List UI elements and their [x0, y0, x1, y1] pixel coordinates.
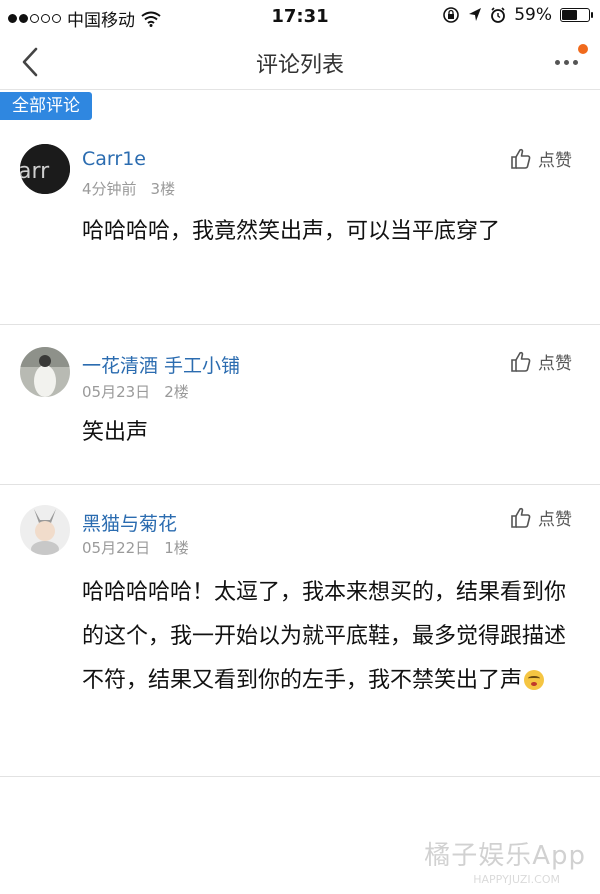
comment-text: 哈哈哈哈，我竟然笑出声，可以当平底穿了: [82, 219, 501, 244]
thumbs-up-icon: [511, 351, 531, 372]
comment-username[interactable]: 黑猫与菊花: [82, 509, 177, 536]
comment-meta: 05月23日 2楼: [82, 381, 189, 402]
comment-text: 笑出声: [82, 420, 149, 445]
svg-text:arr: arr: [20, 159, 50, 184]
avatar-image: [20, 347, 70, 397]
orientation-lock-icon: [443, 7, 460, 23]
battery-icon: [560, 8, 593, 22]
comment-time: 4分钟前: [82, 180, 137, 198]
like-button[interactable]: 点赞: [510, 349, 572, 374]
status-right: 59%: [442, 5, 593, 25]
avatar[interactable]: [20, 505, 70, 555]
status-bar: 中国移动 17:31 59%: [0, 0, 600, 34]
comment-time: 05月22日: [82, 539, 151, 557]
battery-fill: [562, 10, 578, 20]
avatar[interactable]: arr: [20, 144, 70, 194]
comment-time: 05月23日: [82, 383, 151, 401]
comment-item: arr Carr1e 4分钟前 3楼 点赞 哈哈哈哈，我竟然笑出声，可以当平底穿了: [0, 120, 600, 325]
comment-floor: 1楼: [164, 539, 189, 557]
watermark-logo: 橘子娱乐App: [424, 841, 586, 871]
like-button[interactable]: 点赞: [510, 505, 572, 530]
nav-bar: 评论列表: [0, 34, 600, 90]
more-options-button[interactable]: [552, 44, 588, 74]
comment-username[interactable]: Carr1e: [82, 148, 146, 170]
like-button[interactable]: 点赞: [510, 146, 572, 171]
comment-text: 哈哈哈哈哈！太逗了，我本来想买的，结果看到你的这个，我一开始以为就平底鞋，最多觉…: [82, 571, 582, 703]
watermark-url: HAPPYJUZI.COM: [473, 873, 560, 886]
comment-item: 一花清酒 手工小铺 05月23日 2楼 点赞 笑出声: [0, 325, 600, 485]
comment-username[interactable]: 一花清酒 手工小铺: [82, 351, 240, 378]
page-title: 评论列表: [255, 53, 344, 78]
battery-percent: 59%: [514, 5, 552, 25]
avatar-image: arr: [20, 144, 70, 194]
avatar[interactable]: [20, 347, 70, 397]
blush-emoji-icon: [524, 670, 545, 690]
comment-floor: 2楼: [164, 383, 189, 401]
like-label: 点赞: [538, 151, 572, 171]
tab-all-comments[interactable]: 全部评论: [0, 92, 92, 120]
comment-text-content: 哈哈哈哈哈！太逗了，我本来想买的，结果看到你的这个，我一开始以为就平底鞋，最多觉…: [82, 580, 567, 693]
alarm-icon: [491, 7, 506, 23]
thumbs-up-icon: [511, 148, 531, 169]
notification-badge: [578, 44, 588, 54]
comment-item: 黑猫与菊花 05月22日 1楼 点赞 哈哈哈哈哈！太逗了，我本来想买的，结果看到你…: [0, 485, 600, 777]
comment-meta: 4分钟前 3楼: [82, 178, 175, 199]
comment-floor: 3楼: [150, 180, 176, 198]
avatar-image: [20, 505, 70, 555]
like-label: 点赞: [538, 354, 572, 374]
location-icon: [469, 8, 482, 21]
comment-meta: 05月22日 1楼: [82, 537, 189, 558]
thumbs-up-icon: [511, 507, 531, 528]
like-label: 点赞: [538, 510, 572, 530]
